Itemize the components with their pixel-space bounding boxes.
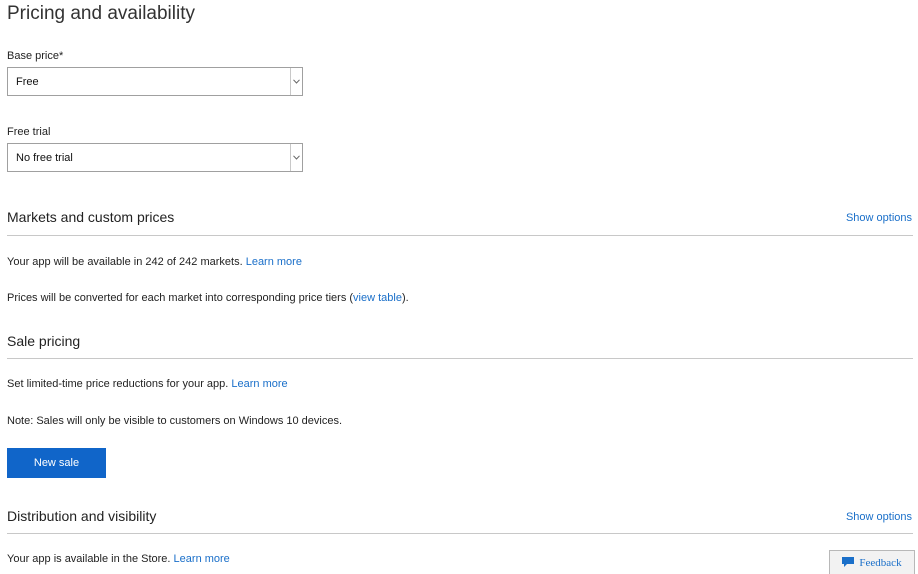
page-title: Pricing and availability — [7, 3, 195, 24]
base-price-value: Free — [16, 76, 39, 88]
distribution-heading: Distribution and visibility — [7, 508, 157, 524]
view-table-link[interactable]: view table — [353, 292, 402, 304]
chevron-down-icon — [290, 68, 302, 95]
markets-heading: Markets and custom prices — [7, 209, 175, 225]
distribution-availability-label: Your app is available in the Store. — [7, 553, 171, 565]
feedback-button[interactable]: Feedback — [829, 550, 915, 574]
sale-pricing-description-label: Set limited-time price reductions for yo… — [7, 378, 229, 390]
sale-pricing-description: Set limited-time price reductions for yo… — [7, 378, 288, 390]
distribution-divider — [7, 533, 913, 534]
sale-pricing-learn-more-link[interactable]: Learn more — [231, 378, 287, 390]
feedback-label: Feedback — [859, 557, 902, 569]
markets-availability-label: Your app will be available in 242 of 242… — [7, 256, 243, 268]
new-sale-button[interactable]: New sale — [7, 448, 106, 478]
free-trial-select[interactable]: No free trial — [7, 143, 303, 172]
markets-prices-text: Prices will be converted for each market… — [7, 292, 409, 304]
free-trial-label: Free trial — [7, 126, 51, 138]
prices-text-after: ). — [401, 292, 409, 304]
free-trial-value: No free trial — [16, 152, 73, 164]
markets-learn-more-link[interactable]: Learn more — [246, 256, 302, 268]
markets-availability-text: Your app will be available in 242 of 242… — [7, 256, 302, 268]
markets-show-options-link[interactable]: Show options — [846, 212, 912, 224]
distribution-show-options-link[interactable]: Show options — [846, 511, 912, 523]
sale-pricing-note: Note: Sales will only be visible to cust… — [7, 415, 343, 427]
sale-pricing-divider — [7, 358, 913, 359]
distribution-availability-text: Your app is available in the Store. Lear… — [7, 553, 230, 565]
speech-bubble-icon — [842, 556, 855, 570]
sale-pricing-heading: Sale pricing — [7, 333, 81, 349]
chevron-down-icon — [290, 144, 302, 171]
base-price-select[interactable]: Free — [7, 67, 303, 96]
distribution-learn-more-link[interactable]: Learn more — [174, 553, 230, 565]
markets-divider — [7, 235, 913, 236]
pricing-availability-page: Pricing and availability Base price* Fre… — [0, 0, 918, 574]
prices-text-before: Prices will be converted for each market… — [7, 292, 354, 304]
base-price-label: Base price* — [7, 50, 64, 62]
